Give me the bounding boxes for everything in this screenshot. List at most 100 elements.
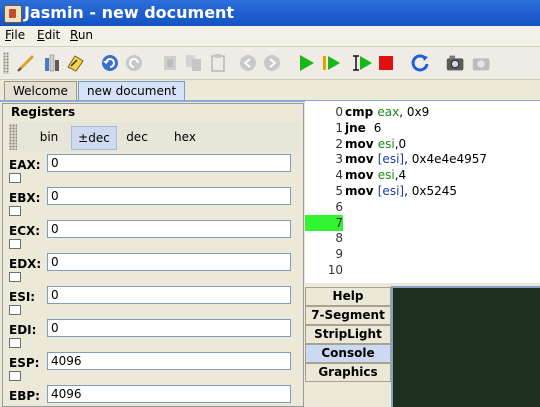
register-operand: esi	[377, 136, 395, 151]
register-operand: eax	[377, 105, 400, 119]
operand-text: , 0x4e4e4957	[404, 152, 488, 167]
step-over-icon[interactable]	[352, 51, 376, 75]
line-number: 10	[327, 263, 343, 277]
register-edi-field[interactable]	[47, 319, 291, 337]
reset-icon[interactable]	[408, 51, 432, 75]
tab-graphics[interactable]: Graphics	[305, 363, 391, 382]
register-edx-field[interactable]	[47, 253, 291, 271]
register-ecx-field[interactable]	[47, 220, 291, 238]
registers-heading: Registers	[11, 105, 76, 119]
register-expand-checkbox[interactable]	[9, 272, 21, 282]
undo-icon[interactable]	[98, 51, 122, 75]
line-number: 0	[335, 105, 343, 119]
tab-new-document[interactable]: new document	[78, 81, 186, 100]
registers-panel: Registers bin ±dec dec hex EAX: EBX: ECX…	[2, 103, 304, 407]
code-line[interactable]: jne 6	[345, 120, 381, 136]
register-eax-field[interactable]	[47, 154, 291, 172]
redo-icon[interactable]	[122, 51, 146, 75]
tab-welcome[interactable]: Welcome	[4, 81, 77, 100]
register-esp-field[interactable]	[47, 352, 291, 370]
camera-icon[interactable]	[444, 51, 468, 75]
code-line[interactable]: mov [esi], 0x5245	[345, 183, 457, 199]
menu-bar: File Edit Run	[0, 26, 540, 47]
line-number: 6	[335, 199, 343, 214]
register-label: EDI:	[9, 323, 37, 337]
menu-edit[interactable]: Edit	[37, 28, 60, 42]
console-output[interactable]	[391, 286, 540, 407]
line-number: 1	[335, 120, 343, 135]
code-line[interactable]: cmp eax, 0x9	[345, 104, 429, 120]
line-number: 2	[335, 136, 343, 151]
stop-icon[interactable]	[374, 51, 398, 75]
menu-run[interactable]: Run	[70, 28, 93, 42]
step-back-icon[interactable]	[236, 51, 260, 75]
instruction-mnemonic: jne	[345, 120, 370, 135]
title-bar: Jasmin - new document	[0, 0, 540, 26]
instruction-mnemonic: mov	[345, 168, 378, 183]
new-document-icon[interactable]	[14, 51, 38, 75]
operand-text: ,4	[394, 168, 407, 183]
base-selector-grip[interactable]	[9, 124, 17, 150]
step-icon[interactable]	[320, 51, 344, 75]
register-label: EBP:	[9, 389, 40, 403]
base-signed-dec-button[interactable]: ±dec	[71, 126, 117, 150]
run-icon[interactable]	[294, 51, 318, 75]
register-esi-field[interactable]	[47, 286, 291, 304]
code-line[interactable]: mov [esi], 0x4e4e4957	[345, 151, 487, 167]
window-title: Jasmin - new document	[24, 3, 235, 22]
line-number: 5	[335, 184, 343, 198]
register-expand-checkbox[interactable]	[9, 173, 21, 183]
register-label: ECX:	[9, 224, 41, 238]
operand-text: 6	[369, 120, 382, 135]
line-number: 9	[335, 247, 343, 262]
instruction-mnemonic: mov	[345, 152, 378, 167]
register-label: ESP:	[9, 356, 40, 370]
camera-disabled-icon[interactable]	[470, 51, 494, 75]
open-file-icon[interactable]	[40, 51, 64, 75]
register-expand-checkbox[interactable]	[9, 305, 21, 315]
step-forward-disabled-icon[interactable]	[260, 51, 284, 75]
line-number: 8	[335, 231, 343, 246]
line-number: 7	[305, 214, 343, 231]
instruction-mnemonic: mov	[345, 184, 378, 198]
register-expand-checkbox[interactable]	[9, 206, 21, 216]
instruction-mnemonic: mov	[345, 136, 378, 151]
register-label: EBX:	[9, 191, 41, 205]
memory-operand: [esi]	[377, 152, 405, 167]
line-number: 3	[335, 152, 343, 167]
operand-text: , 0x5245	[404, 184, 457, 198]
menu-file[interactable]: File	[5, 28, 25, 42]
tab-console[interactable]: Console	[305, 344, 391, 363]
code-line[interactable]: mov esi,4	[345, 167, 406, 183]
toolbar-grip[interactable]	[3, 52, 9, 74]
register-operand: esi	[377, 168, 395, 183]
tab-striplight[interactable]: StripLight	[305, 325, 391, 344]
register-ebp-field[interactable]	[47, 385, 291, 403]
toolbar	[0, 47, 540, 80]
code-editor[interactable]: 0 1 2 3 4 5 6 7 8 9 10 cmp eax, 0x9 jne 6 mov esi,0 m…	[305, 101, 540, 283]
code-line[interactable]: mov esi,0	[345, 136, 406, 152]
operand-text: ,0	[394, 136, 407, 151]
line-number-gutter: 0 1 2 3 4 5 6 7 8 9 10	[305, 101, 345, 283]
tab-7-segment[interactable]: 7-Segment	[305, 306, 391, 325]
register-label: ESI:	[9, 290, 36, 304]
copy-icon[interactable]	[182, 51, 206, 75]
register-label: EAX:	[9, 158, 41, 172]
register-ebx-field[interactable]	[47, 187, 291, 205]
document-tabbar: Welcome new document	[0, 80, 540, 102]
side-tab-strip: Help 7-Segment StripLight Console Graphi…	[305, 284, 391, 405]
register-expand-checkbox[interactable]	[9, 338, 21, 348]
instruction-mnemonic: cmp	[345, 105, 378, 119]
register-expand-checkbox[interactable]	[9, 239, 21, 249]
register-label: EDX:	[9, 257, 42, 271]
base-hex-button[interactable]: hex	[167, 126, 203, 148]
base-bin-button[interactable]: bin	[31, 126, 67, 148]
cut-icon[interactable]	[158, 51, 182, 75]
paste-icon[interactable]	[206, 51, 230, 75]
base-dec-button[interactable]: dec	[119, 126, 155, 148]
base-selector: bin ±dec dec hex	[9, 122, 299, 152]
tab-help[interactable]: Help	[305, 287, 391, 306]
line-number: 4	[335, 168, 343, 183]
register-expand-checkbox[interactable]	[9, 371, 21, 381]
save-file-icon[interactable]	[64, 51, 88, 75]
